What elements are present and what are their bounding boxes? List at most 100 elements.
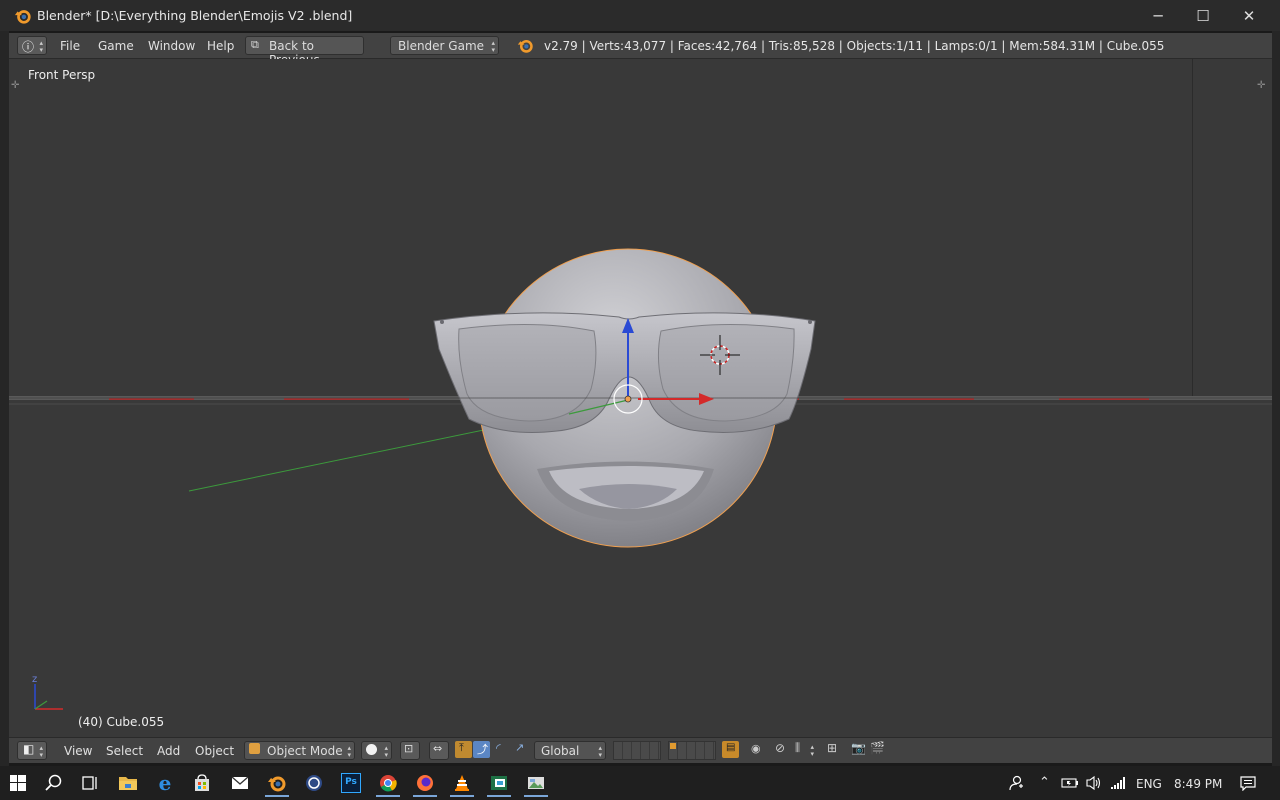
menu-view[interactable]: View: [64, 744, 92, 758]
proportional-editing-button[interactable]: ◉: [748, 741, 765, 758]
editor-type-selector[interactable]: ⓘ ▴ ▾: [17, 36, 47, 55]
snap-target-button[interactable]: ⊞: [824, 741, 841, 758]
menu-window[interactable]: Window: [148, 39, 195, 53]
spreadsheet-app-button[interactable]: [487, 771, 511, 797]
chevron-updown-icon: ▴ ▾: [39, 744, 43, 759]
axis-z-label: z: [32, 674, 38, 685]
clapper-icon: 🎬: [870, 741, 885, 755]
blender-taskbar-button[interactable]: [265, 771, 289, 797]
pivot-point-button[interactable]: ⊡: [400, 741, 420, 760]
store-bag-icon: [195, 774, 209, 791]
spreadsheet-icon: [491, 776, 507, 790]
task-view-button[interactable]: [78, 771, 102, 795]
scene-canvas[interactable]: [9, 59, 1272, 737]
snap-element-dropdown[interactable]: ⫼ ▴ ▾: [793, 741, 817, 758]
menu-add[interactable]: Add: [157, 744, 180, 758]
snap-toggle-button[interactable]: ⊘: [772, 741, 789, 758]
cinema4d-icon: [306, 775, 322, 791]
photoshop-icon: Ps: [341, 773, 361, 793]
mode-dropdown[interactable]: Object Mode ▴ ▾: [244, 741, 355, 760]
left-lens: [458, 323, 597, 422]
chevron-updown-icon: ▴ ▾: [384, 744, 388, 759]
volume-button[interactable]: [1082, 771, 1106, 795]
arrow-icon: ↗: [515, 741, 525, 754]
info-header: ⓘ ▴▾ File Game Window Help ⧉ Back to Pre…: [9, 33, 1272, 67]
transform-orientation-dropdown[interactable]: Global ▴ ▾: [534, 741, 606, 760]
store-button[interactable]: [190, 771, 214, 795]
layer-buttons-1[interactable]: [613, 741, 661, 760]
menu-object[interactable]: Object: [195, 744, 234, 758]
menu-help[interactable]: Help: [207, 39, 234, 53]
active-object-info: (40) Cube.055: [78, 715, 165, 729]
scene-stats: v2.79 | Verts:43,077 | Faces:42,764 | Tr…: [544, 39, 1165, 53]
edge-icon: e: [158, 771, 172, 795]
manipulator-toggle[interactable]: ⇔: [429, 741, 449, 760]
rotate-manipulator-button[interactable]: ⤴: [473, 741, 490, 758]
people-icon: [1009, 775, 1023, 791]
menu-game[interactable]: Game: [98, 39, 134, 53]
chevron-updown-icon: ▴ ▾: [39, 39, 43, 54]
layer-buttons-2[interactable]: [668, 741, 716, 760]
cinema4d-button[interactable]: [302, 771, 326, 795]
info-icon: ⓘ: [22, 40, 35, 54]
snap-increment-icon: ⫼: [795, 741, 801, 754]
right-window-edge: [1272, 31, 1280, 766]
clock[interactable]: 8:49 PM: [1174, 777, 1222, 791]
minimize-icon: ─: [1153, 6, 1163, 25]
mail-button[interactable]: [228, 771, 252, 795]
search-button[interactable]: [42, 771, 66, 795]
windows-logo-icon: [10, 775, 26, 791]
lock-scene-layers-button[interactable]: ▤: [722, 741, 739, 758]
translate-manipulator-button[interactable]: ⤒: [455, 741, 472, 758]
file-explorer-button[interactable]: [116, 771, 140, 795]
proportional-icon: ◉: [751, 742, 761, 755]
translate-icon: ⤒: [459, 741, 464, 754]
show-hidden-icons-chevron-icon[interactable]: ⌃: [1039, 775, 1050, 790]
scale-manipulator-button[interactable]: ◜: [493, 741, 510, 758]
battery-tray-button[interactable]: [1058, 771, 1082, 795]
mode-label: Object Mode: [267, 744, 343, 758]
network-button[interactable]: [1106, 771, 1130, 795]
render-engine-dropdown[interactable]: Blender Game ▴ ▾: [390, 36, 499, 55]
menu-select[interactable]: Select: [106, 744, 143, 758]
camera-icon: 📷: [851, 741, 866, 755]
close-window-button[interactable]: ✕: [1226, 0, 1272, 31]
manipulator-icon: ⇔: [433, 742, 443, 755]
maximize-button[interactable]: ☐: [1180, 0, 1226, 31]
snap-target-icon: ⊞: [827, 741, 838, 755]
back-to-previous-button[interactable]: ⧉ Back to Previous: [245, 36, 364, 67]
opengl-render-button[interactable]: 📷: [849, 741, 866, 758]
lock-icon: ▤: [726, 742, 736, 753]
magnet-icon: ⊘: [775, 741, 786, 755]
chevron-updown-icon: ▴ ▾: [598, 744, 602, 759]
shading-dropdown[interactable]: ▴ ▾: [361, 741, 392, 760]
menu-file[interactable]: File: [60, 39, 80, 53]
chrome-button[interactable]: [376, 771, 400, 797]
folder-icon: [119, 777, 137, 790]
3d-viewport[interactable]: Front Persp ✛ ✛ z (40) Cube.055: [9, 59, 1272, 737]
object-origin: [624, 395, 632, 403]
orientation-label: Global: [541, 744, 580, 758]
opengl-animation-button[interactable]: 🎬: [868, 741, 885, 758]
editor-type-selector[interactable]: ◧ ▴ ▾: [17, 741, 47, 760]
transform-orientation-icon-button[interactable]: ↗: [512, 741, 529, 758]
start-button[interactable]: [6, 771, 30, 795]
input-language-indicator[interactable]: ENG: [1136, 777, 1162, 791]
cellular-signal-icon: [1111, 777, 1125, 789]
edge-browser-button[interactable]: e: [153, 771, 177, 795]
photos-app-button[interactable]: [524, 771, 548, 797]
view3d-header: ◧ ▴ ▾ View Select Add Object Object Mode …: [9, 737, 1272, 763]
chevron-updown-icon: ▴ ▾: [810, 743, 814, 758]
minimize-button[interactable]: ─: [1135, 0, 1181, 31]
vlc-button[interactable]: [450, 771, 474, 797]
chevron-updown-icon: ▴ ▾: [347, 744, 351, 759]
pivot-icon: ⊡: [404, 742, 414, 755]
action-center-button[interactable]: [1236, 771, 1260, 795]
battery-plug-icon: [1061, 778, 1078, 788]
right-lens: [657, 323, 795, 422]
photoshop-button[interactable]: Ps: [339, 771, 363, 795]
people-button[interactable]: [1004, 771, 1028, 795]
firefox-icon: [417, 775, 433, 791]
firefox-button[interactable]: [413, 771, 437, 797]
arc-icon: ◜: [496, 741, 501, 755]
